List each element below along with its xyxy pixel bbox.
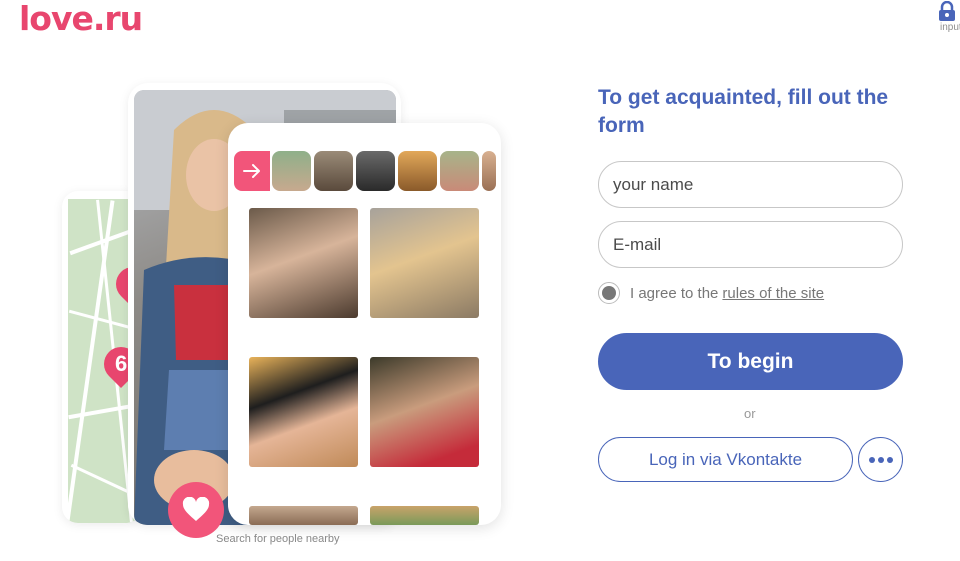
more-login-options-button[interactable] bbox=[858, 437, 903, 482]
promo-caption: Search for people nearby bbox=[216, 533, 340, 545]
like-button[interactable] bbox=[168, 482, 224, 538]
avatar-strip bbox=[272, 151, 496, 191]
email-input[interactable] bbox=[598, 221, 903, 268]
profile-tile[interactable] bbox=[370, 506, 479, 525]
profile-tile[interactable] bbox=[370, 208, 479, 318]
avatar[interactable] bbox=[398, 151, 437, 191]
avatar[interactable] bbox=[440, 151, 479, 191]
begin-button[interactable]: To begin bbox=[598, 333, 903, 390]
avatar[interactable] bbox=[356, 151, 395, 191]
heart-icon bbox=[182, 497, 210, 521]
profile-tile[interactable] bbox=[370, 357, 479, 467]
rules-link[interactable]: rules of the site bbox=[722, 285, 824, 302]
vk-login-button[interactable]: Log in via Vkontakte bbox=[598, 437, 853, 482]
form-title: To get acquainted, fill out the form bbox=[598, 86, 889, 137]
name-input[interactable] bbox=[598, 161, 903, 208]
avatar[interactable] bbox=[314, 151, 353, 191]
or-separator: or bbox=[744, 406, 756, 421]
login-label: input bbox=[940, 22, 960, 33]
profile-tile[interactable] bbox=[249, 506, 358, 525]
more-dots-icon bbox=[868, 456, 893, 463]
agree-checkbox[interactable] bbox=[598, 282, 620, 304]
agree-checkbox-dot bbox=[602, 286, 616, 300]
agree-row: I agree to the rules of the site bbox=[598, 282, 824, 304]
login-button[interactable]: input bbox=[934, 0, 960, 33]
profile-tile[interactable] bbox=[249, 208, 358, 318]
people-grid-card bbox=[228, 123, 501, 525]
avatar[interactable] bbox=[272, 151, 311, 191]
avatar[interactable] bbox=[482, 151, 496, 191]
next-button[interactable] bbox=[234, 151, 270, 191]
site-logo[interactable]: love.ru bbox=[19, 0, 143, 38]
profile-tile[interactable] bbox=[249, 357, 358, 467]
arrow-right-icon bbox=[243, 164, 260, 178]
lock-icon bbox=[939, 1, 955, 21]
agree-text: I agree to the bbox=[630, 284, 719, 302]
